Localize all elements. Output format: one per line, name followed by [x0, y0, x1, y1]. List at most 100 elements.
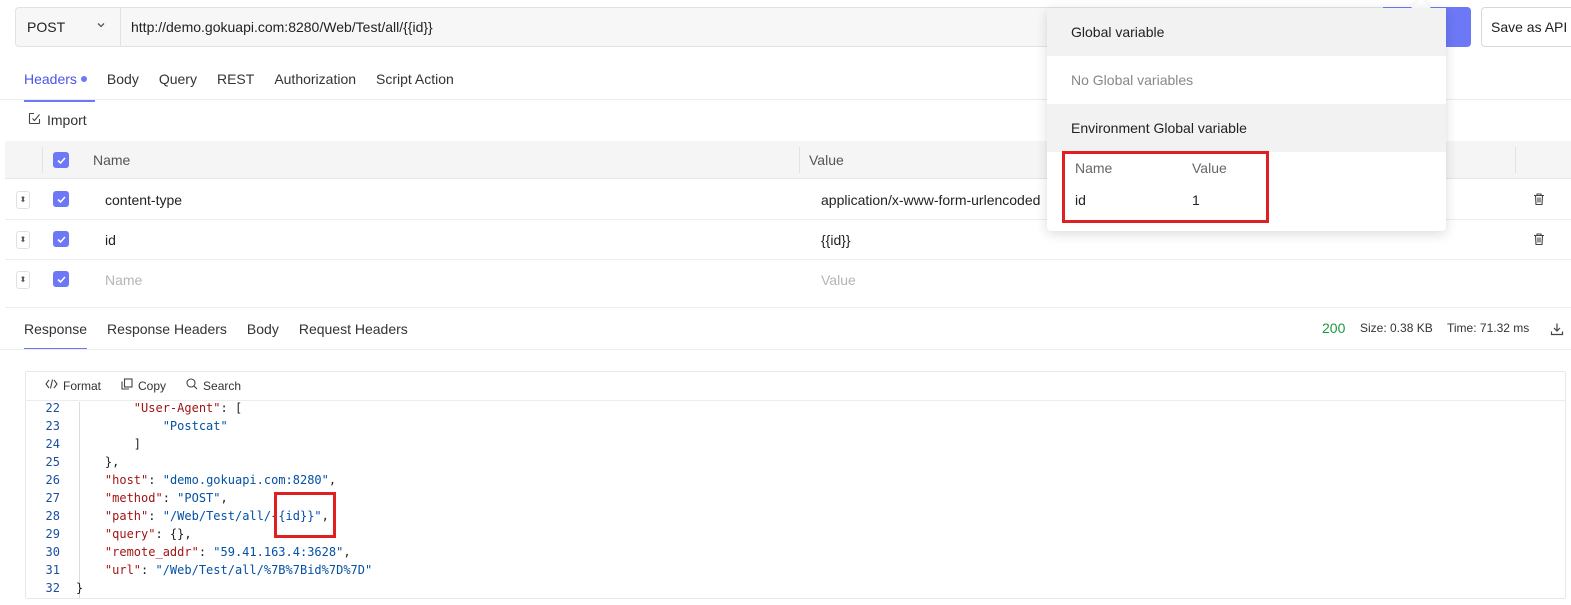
line-number: 30 [45, 545, 60, 559]
row-checkbox[interactable] [53, 231, 69, 247]
header-value-field[interactable]: {{id}} [821, 232, 851, 248]
tab-headers[interactable]: Headers [24, 60, 95, 102]
tab-response-headers[interactable]: Response Headers [107, 311, 227, 349]
code-key: "query" [104, 527, 156, 541]
code-line: 23 "Postcat" [30, 417, 228, 435]
line-number: 29 [45, 527, 60, 541]
row-checkbox[interactable] [53, 191, 69, 207]
code-line: 30 "remote_addr": "59.41.163.4:3628", [30, 543, 351, 561]
code-key: "User-Agent" [133, 401, 221, 415]
chevron-down-icon [96, 20, 106, 33]
tab-request-headers[interactable]: Request Headers [299, 311, 408, 349]
line-number: 31 [45, 563, 60, 577]
header-name-field[interactable]: content-type [105, 192, 182, 208]
highlight-box [274, 492, 336, 538]
column-name-header: Name [93, 152, 131, 168]
sort-handle-icon[interactable]: ⬍ [16, 191, 30, 209]
code-punct: : [148, 509, 163, 523]
response-tabs-divider [0, 349, 1571, 350]
column-divider [799, 147, 800, 173]
code-punct: : {}, [155, 527, 192, 541]
code-punct: , [343, 545, 351, 559]
search-button[interactable]: Search [186, 378, 241, 393]
code-punct: , [328, 473, 337, 487]
tab-response[interactable]: Response [24, 311, 88, 350]
tab-body[interactable]: Body [107, 60, 139, 100]
code-key: "path" [104, 509, 149, 523]
line-number: 25 [45, 455, 60, 469]
column-divider [1515, 147, 1516, 173]
tab-response-body[interactable]: Body [247, 311, 279, 349]
trash-icon[interactable] [1532, 192, 1546, 206]
row-checkbox[interactable] [53, 271, 69, 287]
search-label: Search [203, 378, 242, 393]
code-punct: }, [104, 455, 120, 469]
column-value-header: Value [809, 152, 844, 168]
code-line: 31 "url": "/Web/Test/all/%7B%7Bid%7D%7D" [30, 561, 373, 579]
format-label: Format [63, 378, 102, 393]
sort-handle-icon[interactable]: ⬍ [16, 271, 30, 289]
response-size: Size: 0.38 KB [1360, 321, 1433, 335]
status-code: 200 [1322, 320, 1346, 336]
code-punct: , [220, 491, 228, 505]
method-select[interactable]: POST [15, 7, 121, 47]
code-line: 22 "User-Agent": [ [30, 399, 243, 417]
line-number: 32 [45, 581, 60, 595]
trash-icon[interactable] [1532, 232, 1546, 246]
code-toolbar: Format Copy Search [25, 371, 1566, 401]
line-number: 22 [45, 401, 60, 415]
tab-query[interactable]: Query [159, 60, 197, 100]
code-punct: : [198, 545, 214, 559]
code-line: 27 "method": "POST", [30, 489, 228, 507]
global-variable-header: Global variable [1047, 8, 1446, 56]
code-punct: : [ [220, 401, 243, 415]
tab-authorization[interactable]: Authorization [274, 60, 356, 100]
code-key: "remote_addr" [104, 545, 199, 559]
code-line: 26 "host": "demo.gokuapi.com:8280", [30, 471, 337, 489]
tab-rest[interactable]: REST [217, 60, 254, 100]
code-punct: : [162, 491, 178, 505]
url-input[interactable]: http://demo.gokuapi.com:8280/Web/Test/al… [131, 7, 433, 47]
modified-dot [80, 76, 87, 82]
save-as-api-button[interactable]: Save as API [1481, 7, 1571, 47]
sort-handle-icon[interactable]: ⬍ [16, 231, 30, 249]
format-button[interactable]: Format [45, 378, 101, 393]
code-string: "demo.gokuapi.com:8280" [162, 473, 329, 487]
global-variable-empty: No Global variables [1071, 72, 1194, 88]
import-button[interactable]: Import [28, 110, 87, 130]
code-string: "Postcat" [162, 419, 228, 433]
line-number: 26 [45, 473, 60, 487]
new-header-name-input[interactable]: Name [105, 272, 142, 288]
code-line: 25 }, [30, 453, 120, 471]
header-name-field[interactable]: id [105, 232, 116, 248]
env-variable-header: Environment Global variable [1047, 104, 1446, 152]
copy-button[interactable]: Copy [121, 378, 166, 393]
copy-label: Copy [138, 378, 167, 393]
search-icon [186, 378, 198, 393]
code-punct: } [76, 581, 84, 595]
header-value-field[interactable]: application/x-www-form-urlencoded [821, 192, 1040, 208]
new-header-value-input[interactable]: Value [821, 272, 856, 288]
tab-headers-label: Headers [24, 71, 77, 87]
select-all-checkbox[interactable] [53, 152, 69, 168]
code-string: "POST" [177, 491, 221, 505]
request-tabs: Headers Body Query REST Authorization Sc… [24, 60, 474, 102]
code-icon [45, 378, 58, 393]
code-key: "host" [104, 473, 149, 487]
line-number: 24 [45, 437, 60, 451]
method-label: POST [27, 19, 66, 35]
code-punct: : [141, 563, 156, 577]
download-icon[interactable] [1550, 322, 1564, 339]
line-number: 27 [45, 491, 60, 505]
highlight-box [1062, 151, 1269, 223]
tab-script-action[interactable]: Script Action [376, 60, 454, 100]
import-label: Import [47, 112, 87, 128]
code-string: "59.41.163.4:3628" [213, 545, 344, 559]
line-number: 28 [45, 509, 60, 523]
